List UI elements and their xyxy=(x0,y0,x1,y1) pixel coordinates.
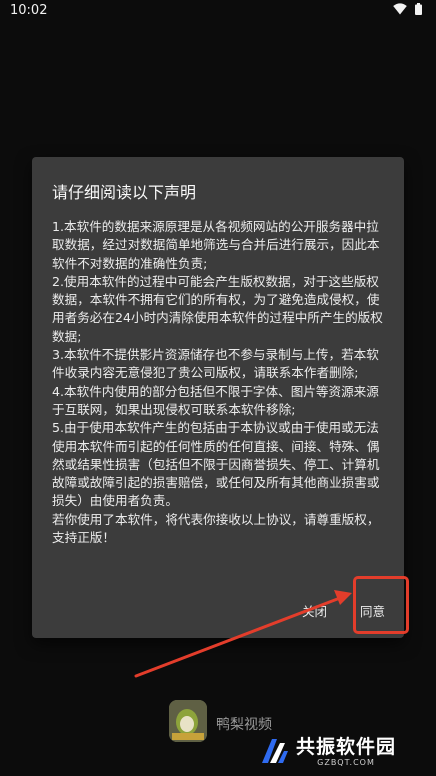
agree-highlight-box xyxy=(353,576,409,634)
dialog-title: 请仔细阅读以下声明 xyxy=(52,183,197,202)
app-icon xyxy=(169,700,207,742)
status-time: 10:02 xyxy=(10,3,48,18)
disclaimer-dialog: 请仔细阅读以下声明 1.本软件的数据来源原理是从各视频网站的公开服务器中拉取数据… xyxy=(32,157,404,638)
app-name: 鸭梨视频 xyxy=(216,717,272,733)
watermark-logo-icon xyxy=(262,739,288,763)
close-button[interactable]: 关闭 xyxy=(302,601,327,620)
watermark: 共振软件园 GZBQT.COM xyxy=(258,735,396,767)
dialog-body: 1.本软件的数据来源原理是从各视频网站的公开服务器中拉取数据，经过对数据简单地筛… xyxy=(52,219,383,546)
wifi-icon xyxy=(393,3,407,15)
status-bar: 10:02 xyxy=(0,0,436,22)
watermark-subtitle: GZBQT.COM xyxy=(317,757,375,767)
status-icons xyxy=(393,3,422,15)
watermark-title: 共振软件园 xyxy=(296,735,397,758)
battery-icon xyxy=(415,3,422,15)
